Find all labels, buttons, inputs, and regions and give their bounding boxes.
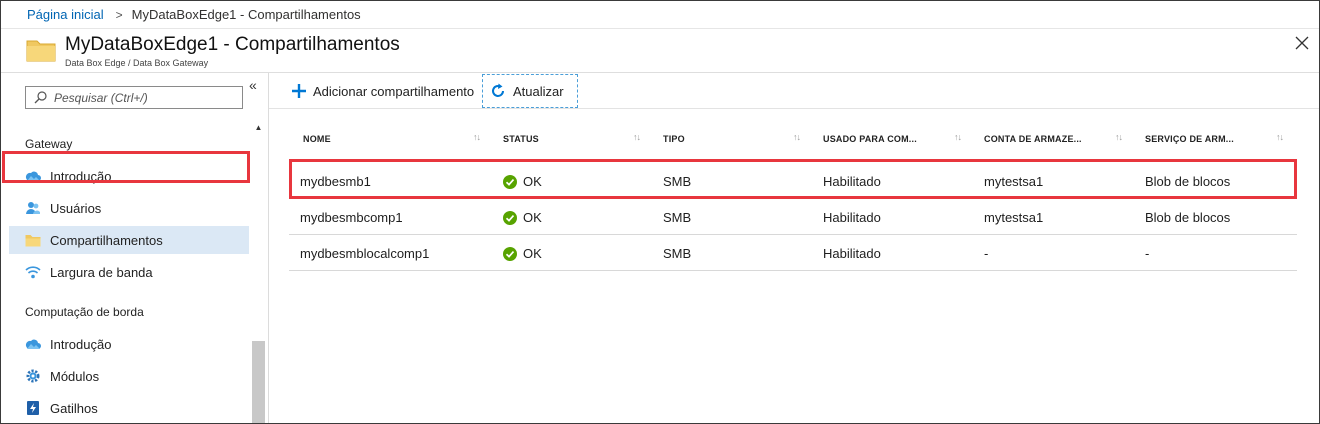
sidebar-item-label: Usuários xyxy=(50,200,102,216)
sidebar-item-label: Largura de banda xyxy=(50,264,153,280)
add-share-label: Adicionar compartilhamento xyxy=(313,83,475,99)
search-box[interactable] xyxy=(25,86,243,109)
sidebar-item-label: Introdução xyxy=(50,336,112,352)
cell-storage-account: - xyxy=(984,246,989,261)
chevron-right-icon: > xyxy=(115,7,123,22)
column-header-status[interactable]: STATUS xyxy=(503,134,539,144)
folder-icon xyxy=(25,232,41,248)
scroll-up-arrow-icon[interactable]: ▲ xyxy=(252,123,265,135)
status-text: OK xyxy=(523,246,542,261)
sidebar-item-bandwidth[interactable]: Largura de banda xyxy=(9,258,249,286)
cell-status: OK xyxy=(503,246,542,261)
page-subtitle: Data Box Edge / Data Box Gateway xyxy=(65,58,209,68)
sidebar-item-label: Gatilhos xyxy=(50,400,98,416)
cloud-icon xyxy=(25,336,41,352)
cell-status: OK xyxy=(503,210,542,225)
toolbar: Adicionar compartilhamento Atualizar xyxy=(269,73,1319,109)
sidebar-item-edge-intro[interactable]: Introdução xyxy=(9,330,249,358)
wifi-icon xyxy=(25,264,41,280)
cell-type: SMB xyxy=(663,210,692,225)
search-input[interactable] xyxy=(54,90,234,105)
sort-arrows-icon[interactable]: ↑↓ xyxy=(633,132,641,142)
cell-used-for: Habilitado xyxy=(823,246,881,261)
refresh-icon xyxy=(492,83,504,97)
active-item-highlight-box xyxy=(2,151,250,183)
search-icon xyxy=(34,91,47,104)
selected-row-highlight-box xyxy=(289,159,1297,199)
table-row[interactable]: mydbesmblocalcomp1 OK SMB Habilitado - - xyxy=(289,235,1297,271)
ok-check-icon xyxy=(503,246,517,261)
column-header-type[interactable]: TIPO xyxy=(663,134,685,144)
sort-arrows-icon[interactable]: ↑↓ xyxy=(1115,132,1123,142)
group-header-edge-compute: Computação de borda xyxy=(25,305,144,319)
page-title: MyDataBoxEdge1 - Compartilhamentos xyxy=(65,34,400,55)
breadcrumb-home-link[interactable]: Página inicial xyxy=(27,7,104,22)
title-bar: MyDataBoxEdge1 - Compartilhamentos Data … xyxy=(1,29,1319,73)
sort-arrows-icon[interactable]: ↑↓ xyxy=(793,132,801,142)
sidebar-item-modules[interactable]: Módulos xyxy=(9,362,249,390)
table-row[interactable]: mydbesmbcomp1 OK SMB Habilitado mytestsa… xyxy=(289,199,1297,235)
users-icon xyxy=(25,200,41,216)
column-header-name[interactable]: NOME xyxy=(303,134,331,144)
refresh-label: Atualizar xyxy=(513,83,564,99)
plus-icon xyxy=(292,84,306,98)
breadcrumb: Página inicial > MyDataBoxEdge1 - Compar… xyxy=(1,1,1319,29)
cell-used-for: Habilitado xyxy=(823,210,881,225)
close-icon[interactable] xyxy=(1293,35,1311,53)
window-frame: Página inicial > MyDataBoxEdge1 - Compar… xyxy=(0,0,1320,424)
sidebar-item-users[interactable]: Usuários xyxy=(9,194,249,222)
sidebar-scrollbar-thumb[interactable] xyxy=(252,341,265,423)
column-header-storage-service[interactable]: SERVIÇO DE ARM... xyxy=(1145,134,1234,144)
collapse-sidebar-button[interactable]: « xyxy=(249,77,257,93)
gear-icon xyxy=(25,368,41,384)
cell-name: mydbesmblocalcomp1 xyxy=(300,246,430,261)
cell-type: SMB xyxy=(663,246,692,261)
folder-icon xyxy=(26,40,56,62)
trigger-icon xyxy=(25,400,41,416)
cell-name: mydbesmbcomp1 xyxy=(300,210,403,225)
sidebar-item-triggers[interactable]: Gatilhos xyxy=(9,394,249,422)
sort-arrows-icon[interactable]: ↑↓ xyxy=(954,132,962,142)
column-header-used-for[interactable]: USADO PARA COM... xyxy=(823,134,917,144)
refresh-button[interactable]: Atualizar xyxy=(482,74,578,108)
sidebar-item-label: Módulos xyxy=(50,368,100,384)
cell-storage-service: - xyxy=(1145,246,1150,261)
ok-check-icon xyxy=(503,210,517,225)
group-header-gateway: Gateway xyxy=(25,137,73,151)
add-share-button[interactable]: Adicionar compartilhamento xyxy=(291,74,474,108)
sidebar-item-shares[interactable]: Compartilhamentos xyxy=(9,226,249,254)
breadcrumb-current: MyDataBoxEdge1 - Compartilhamentos xyxy=(131,7,361,22)
status-text: OK xyxy=(523,210,542,225)
sidebar: « ▲ Gateway Introdução Usuários Comparti… xyxy=(1,73,269,423)
sidebar-item-label: Compartilhamentos xyxy=(50,232,163,248)
column-header-storage-account[interactable]: CONTA DE ARMAZE... xyxy=(984,134,1082,144)
sort-arrows-icon[interactable]: ↑↓ xyxy=(473,132,481,142)
cell-storage-service: Blob de blocos xyxy=(1145,210,1231,225)
table-header-row: NOME ↑↓ STATUS ↑↓ TIPO ↑↓ USADO PARA COM… xyxy=(289,125,1297,155)
sort-arrows-icon[interactable]: ↑↓ xyxy=(1276,132,1284,142)
cell-storage-account: mytestsa1 xyxy=(984,210,1044,225)
